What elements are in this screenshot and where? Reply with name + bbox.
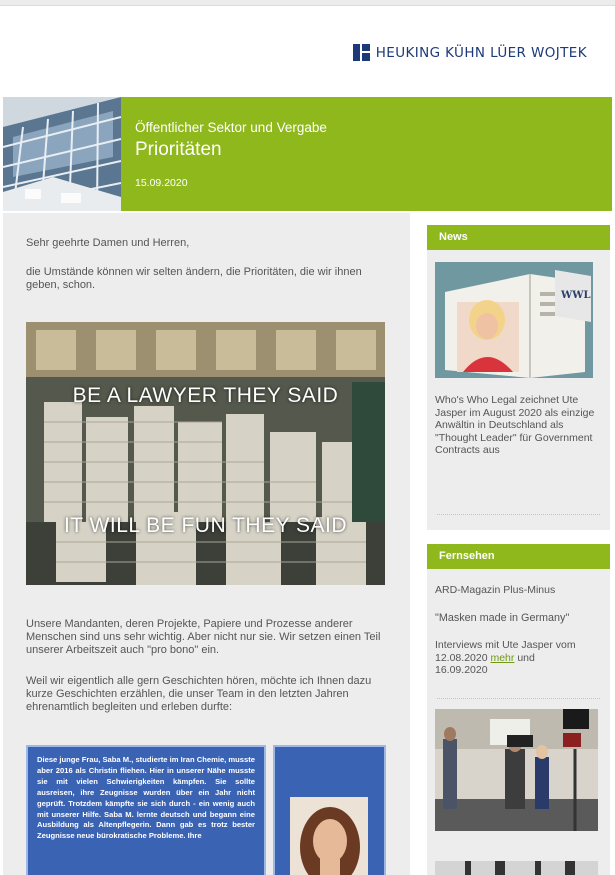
stories-intro-paragraph: Weil wir eigentlich alle gern Geschichte… [26,675,372,713]
intro-text: die Umstände können wir selten ändern, d… [26,266,362,291]
meme-top-text: BE A LAWYER THEY SAID [72,384,339,407]
sidebar-news: News WWL Who's Who Legal zeichnet Ute Ja… [427,225,610,530]
meme-bottom-text: IT WILL BE FUN THEY SAID [63,514,348,537]
tv-interview-photo[interactable] [435,709,598,831]
sidebar-tv: Fernsehen ARD-Magazin Plus-Minus "Masken… [427,544,610,875]
tv-program: ARD-Magazin Plus-Minus [435,584,556,596]
story-text-box: Diese junge Frau, Saba M., studierte im … [26,745,266,875]
brand-logo-icon [352,44,370,61]
brand-logo[interactable]: HEUKING KÜHN LÜER WOJTEK [352,44,587,61]
news-text: Who's Who Legal zeichnet Ute Jasper im A… [435,394,595,456]
more-link[interactable]: mehr [490,652,514,664]
magazine-photo[interactable]: WWL [435,262,593,378]
section-label: Öffentlicher Sektor und Vergabe [135,120,327,135]
greeting: Sehr geehrte Damen und Herren, [26,237,190,249]
story-text: Diese junge Frau, Saba M., studierte im … [37,755,255,841]
divider [437,698,600,699]
story-photo-box [273,745,386,875]
brand-name: HEUKING KÜHN LÜER WOJTEK [375,44,587,61]
pro-bono-paragraph: Unsere Mandanten, deren Projekte, Papier… [26,618,381,656]
glass-building-photo [3,97,121,211]
paper-stacks-photo: BE A LAWYER THEY SAID IT WILL BE FUN THE… [26,322,385,585]
page-title: Prioritäten [135,139,222,160]
top-border [0,0,615,6]
news-heading: News [427,225,610,250]
tv-heading: Fernsehen [427,544,610,569]
issue-date: 15.09.2020 [135,177,188,189]
newsletter-banner: Öffentlicher Sektor und Vergabe Prioritä… [3,97,612,211]
svg-text:WWL: WWL [560,290,591,301]
woman-portrait-photo [290,797,368,875]
tv-title: "Masken made in Germany" [435,612,570,624]
divider [437,514,600,515]
second-tv-photo[interactable] [435,861,598,875]
tv-text: Interviews mit Ute Jasper vom 12.08.2020… [435,639,585,677]
main-content: Sehr geehrte Damen und Herren, die Umstä… [3,213,410,875]
